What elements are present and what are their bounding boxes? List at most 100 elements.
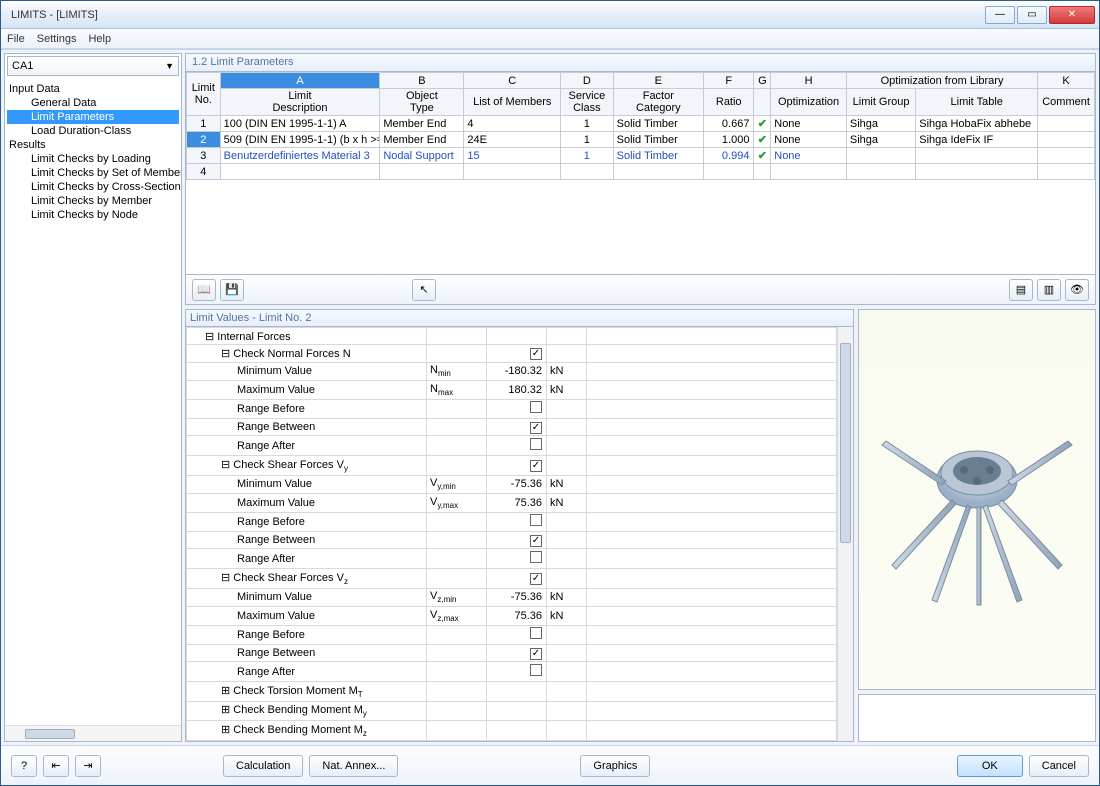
cancel-button[interactable]: Cancel (1029, 755, 1089, 777)
values-label[interactable]: Range After (187, 549, 427, 568)
cell-tbl[interactable]: Sihga HobaFix abhebe (916, 116, 1038, 132)
col-A[interactable]: A (220, 73, 380, 89)
checkbox-checked-icon[interactable]: ✓ (530, 573, 542, 585)
col-C[interactable]: C (464, 73, 561, 89)
values-value[interactable]: -180.32 (487, 362, 547, 381)
values-row[interactable]: Range After (187, 436, 837, 455)
values-value[interactable]: ✓ (487, 419, 547, 436)
values-label[interactable]: ⊞ Check Bending Moment Mz (187, 721, 427, 741)
tree-limit-parameters[interactable]: Limit Parameters (7, 110, 179, 124)
values-label[interactable]: Maximum Value (187, 381, 427, 400)
cell-desc[interactable]: 509 (DIN EN 1995-1-1) (b x h >= (220, 132, 380, 148)
maximize-button[interactable]: ▭ (1017, 6, 1047, 24)
tree-checks-cross[interactable]: Limit Checks by Cross-Section (7, 180, 179, 194)
values-row[interactable]: Minimum ValueNmin-180.32kN (187, 362, 837, 381)
tree-checks-node[interactable]: Limit Checks by Node (7, 208, 179, 222)
col-D[interactable]: D (561, 73, 614, 89)
tree-checks-loading[interactable]: Limit Checks by Loading (7, 152, 179, 166)
next-button[interactable]: ⇥ (75, 755, 101, 777)
table-row[interactable]: 3Benutzerdefiniertes Material 3Nodal Sup… (187, 148, 1095, 164)
menu-help[interactable]: Help (88, 33, 111, 45)
checkbox-empty-icon[interactable] (530, 438, 542, 450)
values-label[interactable]: Minimum Value (187, 588, 427, 607)
values-label[interactable]: ⊟ Check Shear Forces Vz (187, 568, 427, 588)
values-value[interactable]: 180.32 (487, 381, 547, 400)
values-label[interactable]: ⊟ Check Shear Forces Vy (187, 455, 427, 475)
values-value[interactable] (487, 701, 547, 721)
values-label[interactable]: Range After (187, 436, 427, 455)
navigation-tree[interactable]: Input Data General Data Limit Parameters… (5, 78, 181, 725)
cell-factor[interactable] (613, 164, 703, 180)
col-H[interactable]: H (771, 73, 847, 89)
cell-objtype[interactable]: Member End (380, 132, 464, 148)
checkbox-empty-icon[interactable] (530, 627, 542, 639)
cell-svc[interactable]: 1 (561, 116, 614, 132)
row-number[interactable]: 4 (187, 164, 221, 180)
ok-button[interactable]: OK (957, 755, 1023, 777)
values-value[interactable] (487, 681, 547, 701)
limits-table[interactable]: LimitNo. A B C D E F G H Optimization fr… (186, 72, 1095, 180)
menu-file[interactable]: File (7, 33, 25, 45)
scroll-thumb[interactable] (840, 343, 851, 543)
col-G[interactable]: G (754, 73, 771, 89)
cell-opt[interactable]: None (771, 132, 847, 148)
cell-tbl[interactable]: Sihga IdeFix IF (916, 132, 1038, 148)
cell-svc[interactable] (561, 164, 614, 180)
cell-grp[interactable]: Sihga (846, 116, 915, 132)
row-number[interactable]: 3 (187, 148, 221, 164)
case-combo[interactable]: CA1 ▼ (7, 56, 179, 76)
values-label[interactable]: Range Between (187, 532, 427, 549)
values-value[interactable]: -75.36 (487, 588, 547, 607)
save-button[interactable]: 💾 (220, 279, 244, 301)
cell-list[interactable]: 24E (464, 132, 561, 148)
values-row[interactable]: ⊞ Check Bending Moment My (187, 701, 837, 721)
values-value[interactable] (487, 436, 547, 455)
values-row[interactable]: Maximum ValueVy,max75.36kN (187, 494, 837, 513)
values-label[interactable]: Range Before (187, 399, 427, 418)
checkbox-empty-icon[interactable] (530, 551, 542, 563)
row-number[interactable]: 1 (187, 116, 221, 132)
values-label[interactable]: Maximum Value (187, 607, 427, 626)
values-row[interactable]: Range Between✓ (187, 532, 837, 549)
cell-grp[interactable] (846, 148, 915, 164)
values-row[interactable]: Maximum ValueNmax180.32kN (187, 381, 837, 400)
cell-desc[interactable] (220, 164, 380, 180)
tree-input-data[interactable]: Input Data (7, 82, 179, 96)
cell-list[interactable]: 15 (464, 148, 561, 164)
calculation-button[interactable]: Calculation (223, 755, 303, 777)
values-value[interactable] (487, 721, 547, 741)
cell-check[interactable] (754, 164, 771, 180)
minimize-button[interactable]: — (985, 6, 1015, 24)
cell-factor[interactable]: Solid Timber (613, 116, 703, 132)
limit-values-table[interactable]: ⊟ Internal Forces⊟ Check Normal Forces N… (186, 327, 837, 741)
cell-check[interactable]: ✔ (754, 148, 771, 164)
cell-factor[interactable]: Solid Timber (613, 148, 703, 164)
col-K[interactable]: K (1038, 73, 1095, 89)
tree-checks-member[interactable]: Limit Checks by Member (7, 194, 179, 208)
limits-grid[interactable]: LimitNo. A B C D E F G H Optimization fr… (185, 71, 1096, 275)
values-row[interactable]: ⊟ Check Shear Forces Vy ✓ (187, 455, 837, 475)
cell-grp[interactable] (846, 164, 915, 180)
cell-ratio[interactable] (704, 164, 754, 180)
cell-grp[interactable]: Sihga (846, 132, 915, 148)
values-row[interactable]: ⊟ Check Shear Forces Vz ✓ (187, 568, 837, 588)
pick-button[interactable]: ↖ (412, 279, 436, 301)
values-label[interactable]: Minimum Value (187, 475, 427, 494)
values-vscrollbar[interactable] (837, 327, 853, 741)
cell-svc[interactable]: 1 (561, 132, 614, 148)
checkbox-checked-icon[interactable]: ✓ (530, 460, 542, 472)
cell-factor[interactable]: Solid Timber (613, 132, 703, 148)
tree-results[interactable]: Results (7, 138, 179, 152)
cell-comment[interactable] (1038, 148, 1095, 164)
nat-annex-button[interactable]: Nat. Annex... (309, 755, 398, 777)
values-label[interactable]: ⊟ Internal Forces (187, 328, 427, 345)
values-value[interactable]: -75.36 (487, 475, 547, 494)
values-value[interactable] (487, 328, 547, 345)
cell-objtype[interactable]: Member End (380, 116, 464, 132)
scroll-thumb[interactable] (25, 729, 75, 739)
values-label[interactable]: Minimum Value (187, 362, 427, 381)
cell-desc[interactable]: Benutzerdefiniertes Material 3 (220, 148, 380, 164)
checkbox-checked-icon[interactable]: ✓ (530, 422, 542, 434)
values-row[interactable]: ⊟ Check Normal Forces N✓ (187, 345, 837, 362)
cell-desc[interactable]: 100 (DIN EN 1995-1-1) A (220, 116, 380, 132)
